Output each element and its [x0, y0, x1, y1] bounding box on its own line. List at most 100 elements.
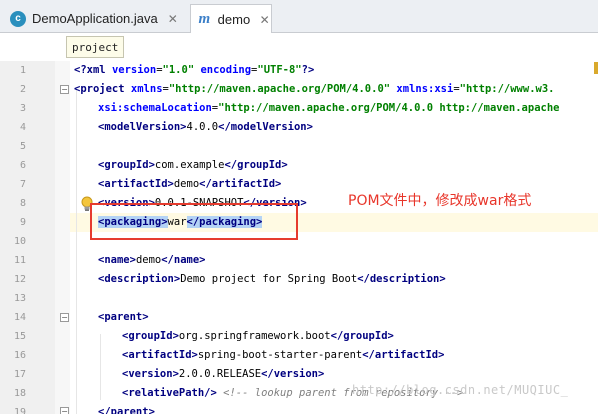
xml-tag: <version>: [122, 368, 179, 380]
attr-name: encoding: [194, 64, 252, 76]
line-number: 14: [13, 312, 26, 323]
attr-value: "http://maven.apache.org/POM/4.0.0 http:…: [218, 102, 560, 114]
xml-tag: <project: [74, 83, 131, 95]
xml-tag: <artifactId>: [122, 349, 198, 361]
code-text: <parent>: [98, 308, 149, 327]
line-number: 3: [19, 103, 26, 114]
code-text: xsi:schemaLocation="http://maven.apache.…: [98, 102, 560, 114]
tag-value: com.example: [154, 159, 225, 171]
line-number: 8: [19, 198, 26, 209]
attr-value: "1.0": [162, 64, 195, 76]
xml-tag: </artifactId>: [199, 178, 282, 190]
code-text: <artifactId>demo</artifactId>: [98, 175, 281, 194]
editor-tab-bar: c DemoApplication.java ✕ m demo ✕: [0, 0, 598, 34]
warning-marker[interactable]: [594, 62, 598, 74]
xml-tag: </groupId>: [224, 159, 288, 171]
code-line: 5: [0, 137, 598, 156]
code-text: <groupId>com.example</groupId>: [98, 156, 288, 175]
line-number: 2: [19, 84, 26, 95]
fold-icon[interactable]: −: [60, 85, 69, 94]
breadcrumb[interactable]: project: [66, 36, 125, 58]
code-line: 14 <parent>: [0, 308, 598, 327]
line-number: 19: [13, 407, 26, 414]
tag-value: 2.0.0.RELEASE: [178, 368, 262, 380]
attr-value: "http://maven.apache.org/POM/4.0.0": [168, 83, 391, 95]
line-number: 17: [13, 369, 26, 380]
maven-pom-icon: m: [198, 11, 211, 27]
tag-value: org.springframework.boot: [178, 330, 331, 342]
xml-tag: </name>: [161, 254, 206, 266]
line-number: 4: [19, 122, 26, 133]
line-number: 13: [13, 293, 26, 304]
code-text: </parent>: [98, 403, 155, 414]
line-number: 18: [13, 388, 26, 399]
xml-tag: <parent>: [98, 311, 149, 323]
line-number: 6: [19, 160, 26, 171]
tag-value: 4.0.0: [186, 121, 219, 133]
close-icon[interactable]: ✕: [258, 13, 271, 27]
breadcrumb-bar: project: [0, 33, 598, 61]
code-line: 13: [0, 289, 598, 308]
tag-value: Demo project for Spring Boot: [180, 273, 358, 285]
xml-tag: <modelVersion>: [98, 121, 187, 133]
code-line: 12 <description>Demo project for Spring …: [0, 270, 598, 289]
java-class-icon: c: [10, 10, 26, 27]
attr-value: "UTF-8": [257, 64, 302, 76]
tag-value: spring-boot-starter-parent: [197, 349, 363, 361]
tag-value: demo: [135, 254, 162, 266]
xml-decl: <?xml: [74, 64, 112, 76]
code-text: <groupId>org.springframework.boot</group…: [122, 327, 394, 346]
watermark: http://blog.csdn.net/MUQIUC_: [352, 383, 569, 397]
tag-value: demo: [173, 178, 200, 190]
code-line: 11 <name>demo</name>: [0, 251, 598, 270]
code-text: <project xmlns="http://maven.apache.org/…: [74, 83, 555, 95]
xml-tag: <name>: [98, 254, 136, 266]
code-text: <version>2.0.0.RELEASE</version>: [122, 365, 324, 384]
code-line: 19 </parent>: [0, 403, 598, 414]
code-line: 2 <project xmlns="http://maven.apache.or…: [0, 80, 598, 99]
line-number: 10: [13, 236, 26, 247]
line-number: 7: [19, 179, 26, 190]
xml-tag: <artifactId>: [98, 178, 174, 190]
xml-tag: <groupId>: [98, 159, 155, 171]
code-line: 6 <groupId>com.example</groupId>: [0, 156, 598, 175]
tab-label: demo: [217, 12, 251, 27]
line-number: 5: [19, 141, 26, 152]
code-line: 15 <groupId>org.springframework.boot</gr…: [0, 327, 598, 346]
attr-name: xmlns: [130, 83, 163, 95]
xml-tag: </version>: [261, 368, 325, 380]
annotation-text: POM文件中，修改成war格式: [348, 193, 532, 209]
line-number: 12: [13, 274, 26, 285]
code-line: 3 xsi:schemaLocation="http://maven.apach…: [0, 99, 598, 118]
tab-demo-application-java[interactable]: c DemoApplication.java ✕: [4, 4, 186, 33]
code-text: <description>Demo project for Spring Boo…: [98, 270, 446, 289]
xml-tag: </description>: [357, 273, 446, 285]
attr-name: xsi:schemaLocation: [98, 102, 212, 114]
xml-tag: <groupId>: [122, 330, 179, 342]
line-number: 15: [13, 331, 26, 342]
tab-demo-pom[interactable]: m demo ✕: [190, 4, 272, 34]
code-line: 16 <artifactId>spring-boot-starter-paren…: [0, 346, 598, 365]
line-number: 1: [19, 65, 26, 76]
fold-icon[interactable]: −: [60, 313, 69, 322]
attr-name: xmlns:xsi: [390, 83, 454, 95]
code-line: 17 <version>2.0.0.RELEASE</version>: [0, 365, 598, 384]
code-text: <modelVersion>4.0.0</modelVersion>: [98, 118, 313, 137]
code-line: 4 <modelVersion>4.0.0</modelVersion>: [0, 118, 598, 137]
close-icon[interactable]: ✕: [166, 12, 180, 26]
code-line: 1 <?xml version="1.0" encoding="UTF-8"?>: [0, 61, 598, 80]
attr-name: version: [111, 64, 157, 76]
line-number: 16: [13, 350, 26, 361]
fold-icon[interactable]: −: [60, 407, 69, 414]
annotation-box: [90, 203, 298, 240]
xml-decl-end: ?>: [301, 64, 315, 76]
xml-tag: </modelVersion>: [218, 121, 313, 133]
line-number: 9: [19, 217, 26, 228]
code-text: <?xml version="1.0" encoding="UTF-8"?>: [74, 64, 315, 76]
code-text: <artifactId>spring-boot-starter-parent</…: [122, 346, 444, 365]
xml-tag: </artifactId>: [362, 349, 445, 361]
xml-tag: <description>: [98, 273, 181, 285]
xml-tag: </groupId>: [330, 330, 394, 342]
xml-tag: <relativePath/>: [122, 387, 217, 399]
line-number: 11: [13, 255, 26, 266]
